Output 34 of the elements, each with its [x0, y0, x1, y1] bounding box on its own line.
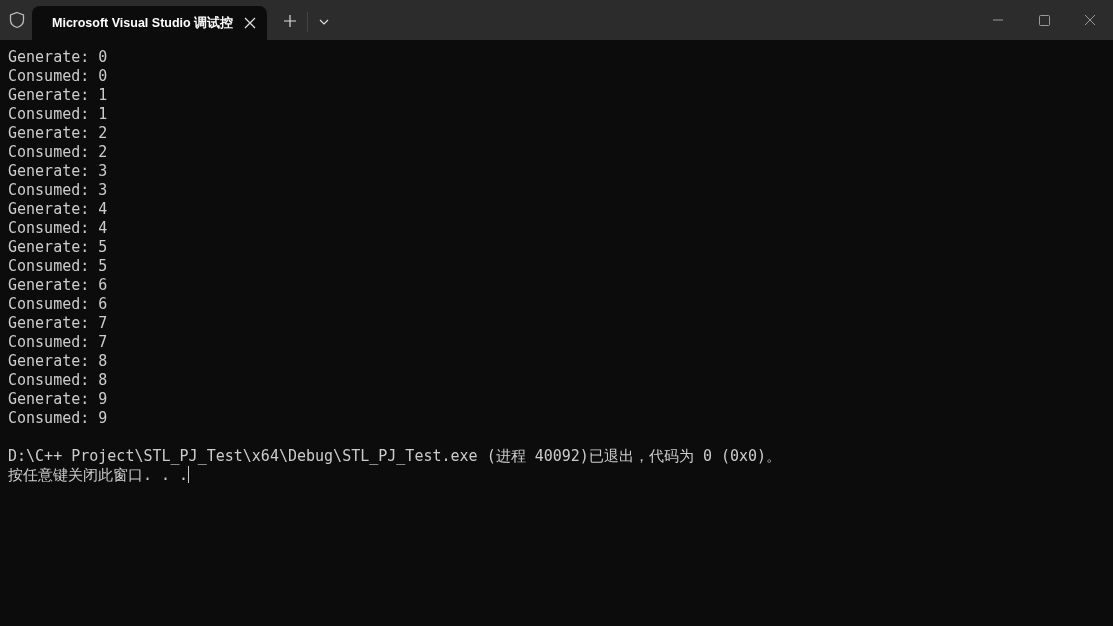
console-line: Consumed: 0 — [8, 67, 109, 86]
console-line: Consumed: 8 — [8, 371, 109, 390]
console-line: Generate: 9 — [8, 390, 109, 409]
minimize-icon — [992, 19, 1004, 21]
console-line: Consumed: 5 — [8, 257, 109, 276]
console-line: Consumed: 3 — [8, 181, 109, 200]
text-cursor — [188, 466, 190, 483]
tab-title: Microsoft Visual Studio 调试控 — [52, 14, 234, 32]
console-line: Consumed: 7 — [8, 333, 109, 352]
shield-icon[interactable] — [8, 11, 26, 29]
console-line: Consumed: 2 — [8, 143, 109, 162]
console-line: Consumed: 1 — [8, 105, 109, 124]
console-line: Consumed: 9 — [8, 409, 109, 428]
console-line: Generate: 1 — [8, 86, 109, 105]
maximize-icon — [1038, 14, 1050, 26]
close-tab-button[interactable] — [243, 16, 258, 30]
console-tab[interactable]: Microsoft Visual Studio 调试控 — [32, 6, 267, 40]
close-icon — [243, 16, 258, 30]
console-line: Generate: 0 — [8, 48, 109, 67]
plus-icon — [283, 14, 297, 28]
console-prompt: 按任意键关闭此窗口. . . — [8, 466, 189, 484]
new-tab-button[interactable] — [281, 12, 299, 30]
exit-message: D:\C++ Project\STL_PJ_Test\x64\Debug\STL_PJ_Test.exe (进程 40092)已退出，代码为 0 (0x0)。 — [8, 447, 783, 466]
chevron-down-icon — [318, 18, 330, 26]
console-line: Generate: 8 — [8, 352, 109, 371]
console-line: Generate: 6 — [8, 276, 109, 295]
console-line: Generate: 2 — [8, 124, 109, 143]
console-line: Generate: 5 — [8, 238, 109, 257]
console-line: Consumed: 6 — [8, 295, 109, 314]
console-line: Generate: 4 — [8, 200, 109, 219]
console-line: Generate: 7 — [8, 314, 109, 333]
console-line: Generate: 3 — [8, 162, 109, 181]
close-icon — [1084, 14, 1096, 26]
console-line: Consumed: 4 — [8, 219, 109, 238]
